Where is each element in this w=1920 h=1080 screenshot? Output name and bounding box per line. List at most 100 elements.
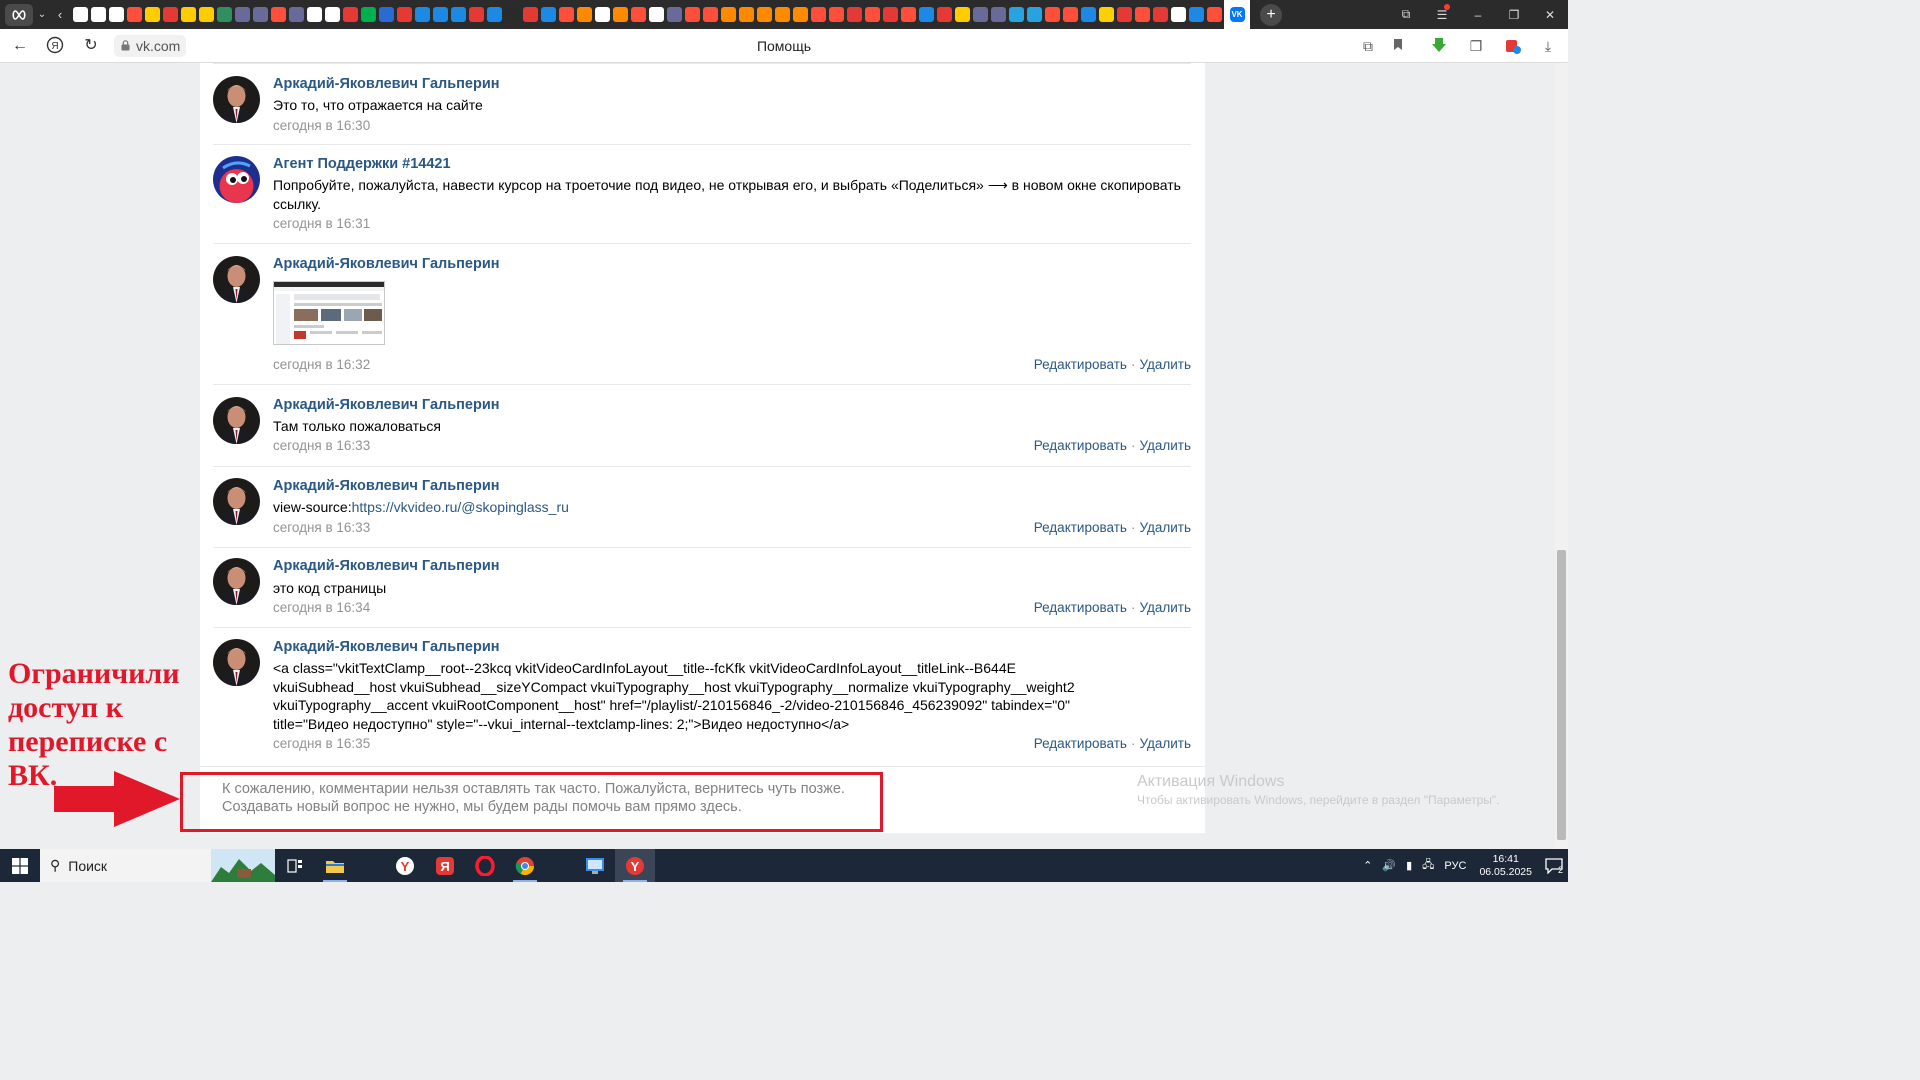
protect-icon[interactable]	[1504, 37, 1522, 55]
pinned-tab-favicon-icon[interactable]	[1189, 7, 1204, 22]
pinned-tab-favicon-icon[interactable]	[703, 7, 718, 22]
pinned-tab-favicon-icon[interactable]	[721, 7, 736, 22]
edit-link[interactable]: Редактировать	[1034, 438, 1127, 453]
downloads-icon[interactable]: ⤓	[1539, 37, 1557, 55]
task-view-icon[interactable]	[275, 849, 315, 882]
tab-scroll-left-icon[interactable]: ‹	[51, 7, 69, 22]
volume-icon[interactable]: 🔊	[1382, 859, 1396, 872]
pinned-tab-favicon-icon[interactable]	[253, 7, 268, 22]
pinned-tab-favicon-icon[interactable]	[577, 7, 592, 22]
pinned-tab-favicon-icon[interactable]	[955, 7, 970, 22]
user-avatar[interactable]	[213, 478, 260, 525]
pinned-tab-favicon-icon[interactable]	[451, 7, 466, 22]
pinned-tab-favicon-icon[interactable]	[271, 7, 286, 22]
message-author[interactable]: Аркадий-Яковлевич Гальперин	[273, 478, 500, 494]
pinned-tab-favicon-icon[interactable]	[631, 7, 646, 22]
pinned-tab-favicon-icon[interactable]	[289, 7, 304, 22]
message-author[interactable]: Агент Поддержки #14421	[273, 156, 451, 172]
pinned-tab-favicon-icon[interactable]	[667, 7, 682, 22]
bookmark-icon[interactable]	[1389, 37, 1407, 55]
pinned-tab-favicon-icon[interactable]	[163, 7, 178, 22]
minimize-button[interactable]: –	[1460, 8, 1496, 22]
pinned-tab-favicon-icon[interactable]	[217, 7, 232, 22]
close-button[interactable]: ✕	[1532, 8, 1568, 22]
download-manager-icon[interactable]	[1430, 37, 1448, 55]
taskbar-search[interactable]: ⚲ Поиск	[40, 849, 275, 882]
tab-active-vk[interactable]: VK	[1224, 0, 1250, 29]
tab-menu-button[interactable]	[5, 3, 33, 26]
pinned-tab-favicon-icon[interactable]	[991, 7, 1006, 22]
message-author[interactable]: Аркадий-Яковлевич Гальперин	[273, 558, 500, 574]
pinned-tab-favicon-icon[interactable]	[775, 7, 790, 22]
message-time[interactable]: сегодня в 16:33	[273, 520, 370, 535]
agent-avatar[interactable]	[213, 156, 260, 203]
user-avatar[interactable]	[213, 397, 260, 444]
translate-icon[interactable]: ⧉	[1359, 37, 1377, 55]
pinned-tab-favicon-icon[interactable]	[685, 7, 700, 22]
pinned-tab-favicon-icon[interactable]	[973, 7, 988, 22]
delete-link[interactable]: Удалить	[1139, 520, 1191, 535]
message-time[interactable]: сегодня в 16:30	[273, 118, 370, 133]
new-tab-button[interactable]: +	[1260, 3, 1282, 26]
attached-screenshot-thumbnail[interactable]	[273, 281, 385, 345]
pinned-tab-favicon-icon[interactable]	[1045, 7, 1060, 22]
clock[interactable]: 16:41 06.05.2025	[1479, 853, 1532, 879]
opera-icon[interactable]	[465, 849, 505, 882]
pinned-tab-favicon-icon[interactable]	[865, 7, 880, 22]
pinned-tab-favicon-icon[interactable]	[1081, 7, 1096, 22]
delete-link[interactable]: Удалить	[1139, 357, 1191, 372]
pinned-tab-favicon-icon[interactable]	[919, 7, 934, 22]
pinned-tab-favicon-icon[interactable]	[127, 7, 142, 22]
pinned-tab-favicon-icon[interactable]	[883, 7, 898, 22]
start-button[interactable]	[0, 849, 40, 882]
pinned-tab-favicon-icon[interactable]	[649, 7, 664, 22]
pinned-tab-favicon-icon[interactable]	[91, 7, 106, 22]
edit-link[interactable]: Редактировать	[1034, 600, 1127, 615]
pinned-tab-favicon-icon[interactable]	[1063, 7, 1078, 22]
pinned-tab-favicon-icon[interactable]	[433, 7, 448, 22]
pinned-tab-favicon-icon[interactable]	[307, 7, 322, 22]
tray-chevron-icon[interactable]: ⌃	[1363, 859, 1372, 872]
pinned-tab-favicon-icon[interactable]	[937, 7, 952, 22]
user-avatar[interactable]	[213, 558, 260, 605]
edit-link[interactable]: Редактировать	[1034, 357, 1127, 372]
control-panel-icon[interactable]	[575, 849, 615, 882]
language-indicator[interactable]: РУС	[1444, 860, 1466, 872]
pinned-tab-favicon-icon[interactable]	[1117, 7, 1132, 22]
pinned-tab-favicon-icon[interactable]	[505, 7, 520, 22]
user-avatar[interactable]	[213, 76, 260, 123]
pinned-tab-favicon-icon[interactable]	[1009, 7, 1024, 22]
pinned-tab-favicon-icon[interactable]	[847, 7, 862, 22]
pinned-tab-favicon-icon[interactable]	[523, 7, 538, 22]
message-author[interactable]: Аркадий-Яковлевич Гальперин	[273, 256, 500, 272]
edit-link[interactable]: Редактировать	[1034, 520, 1127, 535]
pinned-tab-favicon-icon[interactable]	[181, 7, 196, 22]
browser-menu-icon[interactable]: ☰	[1424, 8, 1460, 22]
pinned-tab-favicon-icon[interactable]	[235, 7, 250, 22]
delete-link[interactable]: Удалить	[1139, 438, 1191, 453]
message-author[interactable]: Аркадий-Яковлевич Гальперин	[273, 397, 500, 413]
pinned-tab-favicon-icon[interactable]	[361, 7, 376, 22]
pinned-tab-favicon-icon[interactable]	[793, 7, 808, 22]
file-explorer-icon[interactable]	[315, 849, 355, 882]
message-time[interactable]: сегодня в 16:31	[273, 216, 370, 231]
pinned-tab-favicon-icon[interactable]	[1171, 7, 1186, 22]
pinned-tab-favicon-icon[interactable]	[541, 7, 556, 22]
network-icon[interactable]: 🖧	[1422, 856, 1434, 875]
pinned-tab-favicon-icon[interactable]	[829, 7, 844, 22]
pinned-tab-favicon-icon[interactable]	[145, 7, 160, 22]
message-time[interactable]: сегодня в 16:33	[273, 438, 370, 453]
yandex-icon[interactable]: Я	[425, 849, 465, 882]
pinned-tab-favicon-icon[interactable]	[73, 7, 88, 22]
user-avatar[interactable]	[213, 639, 260, 686]
pinned-tab-favicon-icon[interactable]	[469, 7, 484, 22]
pinned-tab-favicon-icon[interactable]	[901, 7, 916, 22]
message-author[interactable]: Аркадий-Яковлевич Гальперин	[273, 76, 500, 92]
pinned-tab-favicon-icon[interactable]	[109, 7, 124, 22]
pinned-tab-favicon-icon[interactable]	[1207, 7, 1222, 22]
maximize-button[interactable]: ❐	[1496, 8, 1532, 22]
extensions-icon[interactable]: ❐	[1467, 37, 1485, 55]
pinned-tab-favicon-icon[interactable]	[1135, 7, 1150, 22]
yandex-browser-active-icon[interactable]: Y	[615, 849, 655, 882]
notifications-button[interactable]: 2	[1540, 849, 1568, 882]
